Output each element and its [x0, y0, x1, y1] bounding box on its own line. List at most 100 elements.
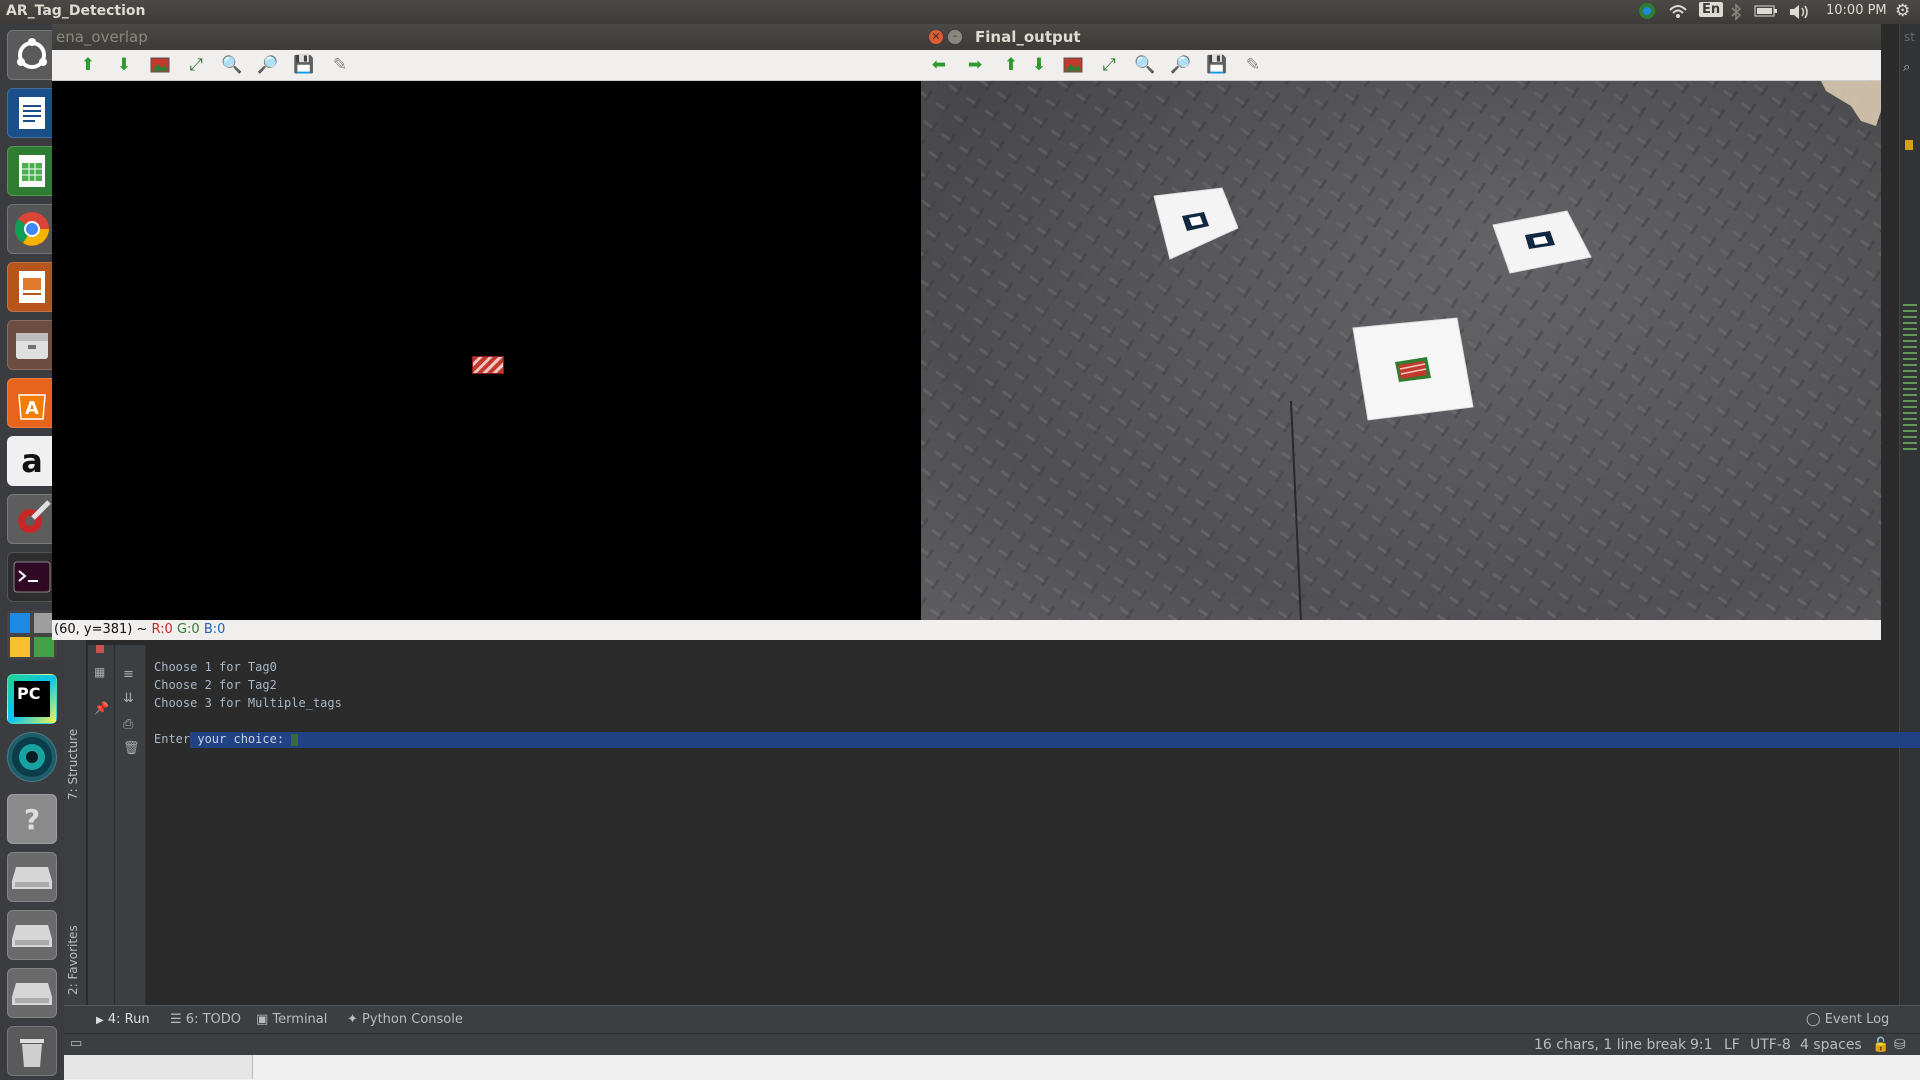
- stop-icon[interactable]: [96, 645, 104, 653]
- volume-icon[interactable]: [1788, 3, 1810, 25]
- final-output-status-bar: [921, 620, 1881, 640]
- drive-icon[interactable]: [7, 852, 57, 902]
- active-window-title: AR_Tag_Detection: [6, 3, 146, 19]
- impress-icon[interactable]: [7, 262, 57, 312]
- taskbar-stub: [64, 1055, 253, 1079]
- python-console-tab[interactable]: ✦ Python Console: [347, 1012, 463, 1027]
- run-tab[interactable]: ▶ 4: Run: [96, 1012, 150, 1027]
- line-separator[interactable]: LF: [1724, 1037, 1740, 1053]
- pin-icon[interactable]: 📌: [94, 701, 109, 715]
- pycharm-icon-letters: PC: [17, 684, 41, 703]
- red-value: R:0: [151, 622, 173, 637]
- zoom-out-icon[interactable]: 🔎: [1169, 54, 1193, 76]
- zoom-fit-icon[interactable]: ⤢: [1097, 54, 1121, 76]
- warning-marker[interactable]: [1905, 140, 1913, 150]
- up-arrow-icon[interactable]: ⬆: [999, 54, 1023, 76]
- drive-icon[interactable]: [7, 968, 57, 1018]
- pycharm-icon[interactable]: PC: [7, 674, 57, 724]
- files-icon[interactable]: [7, 320, 57, 370]
- partial-tab-text: st: [1904, 30, 1915, 44]
- toggle-tool-windows-icon[interactable]: ▭: [70, 1036, 82, 1051]
- keyboard-layout-indicator[interactable]: En: [1699, 2, 1724, 17]
- chrome-tray-icon[interactable]: [1638, 2, 1656, 24]
- run-console[interactable]: Choose 1 for Tag0 Choose 2 for Tag2 Choo…: [154, 658, 342, 748]
- workspace-switcher-icon[interactable]: [7, 610, 57, 660]
- todo-tab[interactable]: ☰ 6: TODO: [170, 1012, 241, 1027]
- prompt-selected: your choice:: [190, 732, 292, 746]
- save-icon[interactable]: 💾: [292, 54, 316, 76]
- zoom-in-icon[interactable]: 🔍: [1133, 54, 1157, 76]
- properties-icon[interactable]: ✎: [1241, 54, 1265, 76]
- favorites-tab[interactable]: 2: Favorites: [66, 905, 80, 995]
- chrome-icon[interactable]: [7, 204, 57, 254]
- image-icon[interactable]: [1061, 54, 1085, 76]
- clock[interactable]: 10:00 PM: [1826, 3, 1887, 18]
- console-line: Choose 2 for Tag2: [154, 678, 277, 692]
- image-icon[interactable]: [148, 54, 172, 76]
- structure-tab-label: 7: Structure: [66, 728, 80, 800]
- overlap-window-title: ena_overlap: [56, 28, 148, 46]
- input-caret: [291, 733, 299, 746]
- bluetooth-icon[interactable]: [1730, 3, 1742, 25]
- up-arrow-icon[interactable]: ⬆: [76, 54, 100, 76]
- settings-gear-icon[interactable]: ⚙: [1895, 1, 1910, 21]
- overlap-window-titlebar[interactable]: ena_overlap: [52, 24, 922, 50]
- zoom-fit-icon[interactable]: ⤢: [184, 54, 208, 76]
- console-toolbar: ≡ ⇊ ⎙ 🗑: [115, 645, 146, 1005]
- help-icon[interactable]: ?: [7, 794, 57, 844]
- selection-info[interactable]: 16 chars, 1 line break: [1534, 1037, 1686, 1053]
- back-arrow-icon[interactable]: ⬅: [927, 54, 951, 76]
- prompt-start: Enter: [154, 732, 191, 746]
- overlap-image-canvas[interactable]: [52, 81, 922, 621]
- writer-icon[interactable]: [7, 88, 57, 138]
- pycharm-icon-badge: PC: [14, 681, 50, 717]
- down-arrow-icon[interactable]: ⬇: [112, 54, 136, 76]
- zoom-out-icon[interactable]: 🔎: [256, 54, 280, 76]
- memory-indicator-icon[interactable]: ⛁: [1894, 1037, 1906, 1053]
- battery-icon[interactable]: [1754, 4, 1778, 22]
- wifi-icon[interactable]: [1668, 2, 1688, 24]
- structure-tab[interactable]: 7: Structure: [66, 710, 80, 800]
- zoom-in-icon[interactable]: 🔍: [220, 54, 244, 76]
- system-settings-icon[interactable]: [7, 494, 57, 544]
- minimize-icon[interactable]: –: [948, 30, 962, 44]
- ubuntu-dash-icon[interactable]: [7, 30, 57, 80]
- scroll-to-end-icon[interactable]: ⇊: [123, 691, 134, 706]
- terminal-tab[interactable]: ▣ Terminal: [256, 1012, 327, 1027]
- print-icon[interactable]: ⎙: [123, 717, 133, 732]
- webcam-icon[interactable]: [7, 732, 57, 782]
- search-everywhere-icon[interactable]: ⌕: [1903, 60, 1910, 75]
- python-icon: ✦: [347, 1012, 358, 1027]
- calc-icon[interactable]: [7, 146, 57, 196]
- final-output-window[interactable]: ✕ – Final_output ⬅ ➡ ⬆ ⬇ ⤢ 🔍 🔎 💾 ✎: [921, 24, 1881, 640]
- indent-setting[interactable]: 4 spaces: [1800, 1037, 1862, 1053]
- save-icon[interactable]: 💾: [1205, 54, 1229, 76]
- final-output-canvas[interactable]: [921, 81, 1881, 621]
- properties-icon[interactable]: ✎: [328, 54, 352, 76]
- amazon-icon-letter: a: [21, 442, 43, 480]
- python-console-tab-label: Python Console: [362, 1012, 463, 1027]
- lock-icon[interactable]: 🔓: [1872, 1037, 1889, 1053]
- caret-position[interactable]: 9:1: [1690, 1037, 1713, 1053]
- close-icon[interactable]: ✕: [929, 30, 943, 44]
- terminal-icon[interactable]: [7, 552, 57, 602]
- soft-wrap-icon[interactable]: ≡: [123, 667, 134, 682]
- help-icon-mark: ?: [23, 802, 41, 836]
- event-log-tab[interactable]: ◯ Event Log: [1806, 1012, 1889, 1027]
- amazon-icon[interactable]: a: [7, 436, 57, 486]
- clear-all-icon[interactable]: 🗑: [123, 741, 140, 756]
- bottom-tool-tabs: ▶ 4: Run ☰ 6: TODO ▣ Terminal ✦ Python C…: [64, 1005, 1920, 1034]
- final-output-titlebar[interactable]: ✕ – Final_output: [921, 24, 1881, 50]
- overlap-image-window[interactable]: ena_overlap ⬆ ⬇ ⤢ 🔍 🔎 💾 ✎ (60, y=381) ~ …: [52, 24, 922, 640]
- software-center-icon[interactable]: A: [7, 378, 57, 428]
- editor-scroll-strip[interactable]: st ⌕: [1899, 24, 1920, 1044]
- down-arrow-icon[interactable]: ⬇: [1027, 54, 1051, 76]
- file-encoding[interactable]: UTF-8: [1750, 1037, 1791, 1053]
- layout-icon[interactable]: ▦: [94, 665, 105, 679]
- drive-icon[interactable]: [7, 910, 57, 960]
- event-log-label: Event Log: [1824, 1012, 1890, 1027]
- trash-icon[interactable]: [7, 1026, 57, 1076]
- forward-arrow-icon[interactable]: ➡: [963, 54, 987, 76]
- console-prompt[interactable]: Enter your choice:: [154, 730, 342, 748]
- run-controls: ▦ 📌: [88, 645, 114, 1005]
